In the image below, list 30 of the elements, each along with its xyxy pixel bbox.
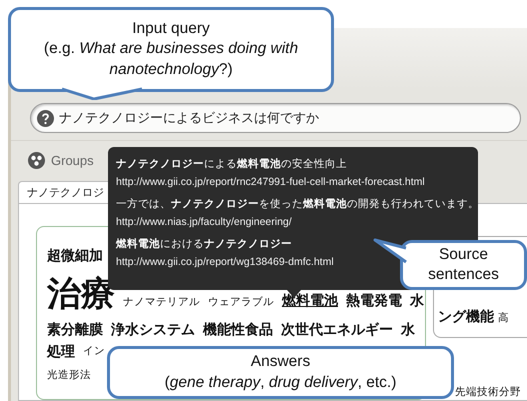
groups-button[interactable]: Groups [28,152,94,168]
answer-term[interactable]: 素分離膜 [47,322,103,336]
answer-term[interactable]: 水 [401,322,415,336]
answer-term[interactable]: 光造形法 [47,370,91,380]
callout-text: (gene therapy, drug delivery, etc.) [164,372,396,392]
answer-term[interactable]: 超微細加 [47,248,103,262]
answer-term[interactable]: 治療 [47,277,115,311]
callout-title: Input query [132,19,210,40]
source-sentence: 燃料電池におけるナノテクノロジー [116,237,292,251]
answer-term[interactable]: ナノマテリアル [123,297,200,308]
callout-text: (e.g. What are businesses doing with nanotechnology?) [42,39,300,80]
groups-icon [28,152,45,168]
search-field[interactable]: ナノテクノロジーによるビジネスは何ですか [30,103,521,133]
answer-term[interactable]: ング機能 [438,309,494,323]
answer-term[interactable]: ウェアラブル [208,297,274,308]
callout-title: Source sentences [427,244,500,285]
answer-term[interactable]: 機能性食品 [203,322,273,336]
answer-term[interactable]: 高 [498,312,509,323]
answer-term[interactable]: 処理 [47,344,75,358]
answer-term[interactable]: 熱電発電 [346,293,402,307]
callout-title: Answers [250,352,310,372]
answer-term[interactable]: 水 [410,293,424,307]
answer-term[interactable]: イン [83,346,105,356]
answer-term[interactable]: 先端技術分野 [455,386,521,398]
help-icon [37,110,54,127]
source-url[interactable]: http://www.nias.jp/faculty/engineering/ [116,216,292,228]
answer-term[interactable]: 次世代エネルギー [281,322,393,336]
source-sentence: ナノテクノロジーによる燃料電池の安全性向上 [116,157,347,171]
source-url[interactable]: http://www.gii.co.jp/report/wg138469-dmfc.html [116,256,334,268]
answer-term[interactable]: 浄水システム [111,322,195,336]
